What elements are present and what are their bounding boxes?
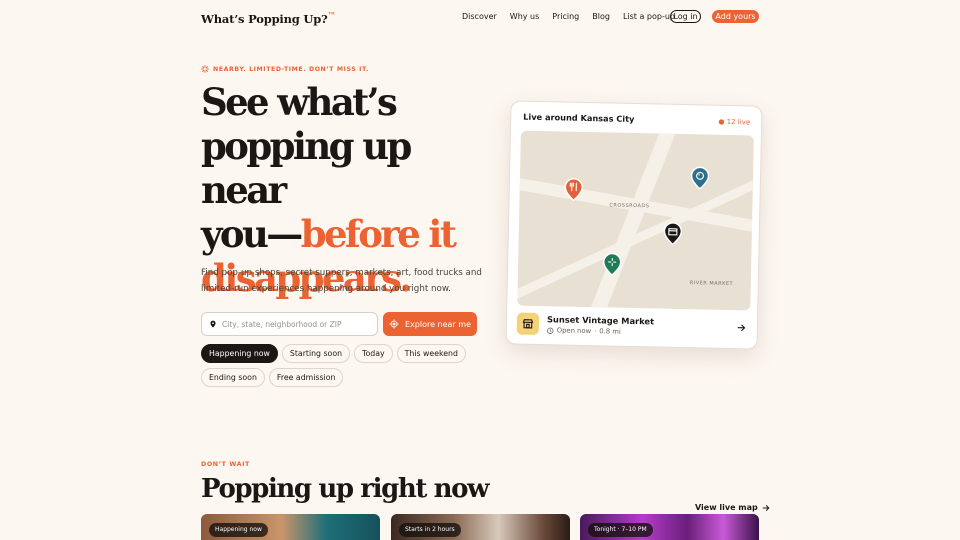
location-search[interactable] — [201, 312, 378, 336]
map-view[interactable]: CROSSROADS RIVER MARKET — [517, 130, 754, 311]
brand-name: What’s Popping Up? — [201, 11, 328, 26]
live-count-badge: ● 12 live — [718, 117, 751, 127]
add-yours-button[interactable]: Add yours — [712, 10, 759, 23]
nav-discover[interactable]: Discover — [462, 12, 497, 21]
event-tile-1[interactable]: Happening now — [201, 514, 380, 540]
tile-tag: Tonight · 7–10 PM — [588, 523, 653, 537]
food-pin-icon[interactable] — [563, 177, 584, 202]
live-map-card: Live around Kansas City ● 12 live CROSSR… — [505, 100, 763, 350]
login-button[interactable]: Log in — [670, 10, 701, 23]
nav-list-popup[interactable]: List a pop-up — [623, 12, 675, 21]
sparkle-pin-icon[interactable] — [602, 252, 622, 277]
explore-near-me-button[interactable]: Explore near me — [383, 312, 477, 336]
art-pin-icon[interactable] — [690, 166, 710, 190]
hero-eyebrow-text: NEARBY. LIMITED-TIME. DON’T MISS IT. — [213, 65, 369, 73]
hero-subtext: Find pop-up shops, secret suppers, marke… — [201, 268, 482, 294]
brand-logo[interactable]: What’s Popping Up?™ — [201, 10, 336, 26]
headline-line-2: popping up near — [201, 124, 412, 212]
headline-line-3: you— — [201, 212, 303, 256]
nav-why-us[interactable]: Why us — [510, 12, 540, 21]
shop-pin-icon[interactable] — [663, 222, 683, 246]
section-eyebrow: DON’T WAIT — [201, 461, 250, 468]
nav-blog[interactable]: Blog — [592, 12, 610, 21]
section-title: Popping up right now — [201, 474, 489, 504]
explore-label: Explore near me — [404, 319, 471, 329]
map-label-river-market: RIVER MARKET — [689, 280, 734, 288]
location-pin-icon — [210, 320, 216, 328]
headline-line-1: See what’s — [201, 80, 398, 124]
event-tile-2[interactable]: Starts in 2 hours — [391, 514, 570, 540]
tile-tag: Happening now — [209, 523, 268, 537]
filter-chips: Happening now Starting soon Today This w… — [201, 344, 491, 387]
chip-free-admission[interactable]: Free admission — [268, 368, 344, 387]
place-name: Sunset Vintage Market — [546, 314, 655, 327]
search-input[interactable] — [222, 319, 372, 329]
place-status: Open now — [556, 326, 592, 336]
arrow-right-icon[interactable] — [737, 323, 746, 332]
tile-tag: Starts in 2 hours — [399, 523, 461, 537]
place-distance: 0.8 mi — [599, 327, 621, 336]
chip-today[interactable]: Today — [354, 344, 393, 363]
storefront-icon — [516, 312, 540, 336]
featured-place[interactable]: Sunset Vintage Market Open now · 0.8 mi — [516, 311, 751, 343]
sparkle-icon — [201, 65, 209, 73]
crosshair-icon — [389, 319, 399, 329]
event-tile-3[interactable]: Tonight · 7–10 PM — [580, 514, 759, 540]
map-label-crossroads: CROSSROADS — [609, 202, 650, 210]
top-nav: What’s Popping Up?™ Discover Why us Pric… — [0, 0, 960, 34]
headline-accent-1: before it — [300, 212, 457, 256]
chip-ending-soon[interactable]: Ending soon — [201, 368, 265, 387]
view-map-label: View live map — [695, 503, 758, 512]
chip-this-weekend[interactable]: This weekend — [396, 344, 466, 363]
place-meta: Open now · 0.8 mi — [547, 326, 621, 336]
clock-icon — [547, 327, 554, 334]
chip-happening-now[interactable]: Happening now — [201, 344, 278, 363]
brand-mark: ™ — [327, 10, 336, 20]
arrow-right-icon — [762, 504, 770, 511]
meta-separator: · — [594, 327, 597, 336]
nav-links: Discover Why us Pricing Blog List a pop-… — [462, 12, 688, 21]
hero-eyebrow: NEARBY. LIMITED-TIME. DON’T MISS IT. — [201, 65, 369, 73]
nav-pricing[interactable]: Pricing — [552, 12, 579, 21]
map-card-title: Live around Kansas City — [523, 111, 635, 124]
chip-starting-soon[interactable]: Starting soon — [281, 344, 351, 363]
view-live-map-link[interactable]: View live map — [695, 503, 770, 512]
